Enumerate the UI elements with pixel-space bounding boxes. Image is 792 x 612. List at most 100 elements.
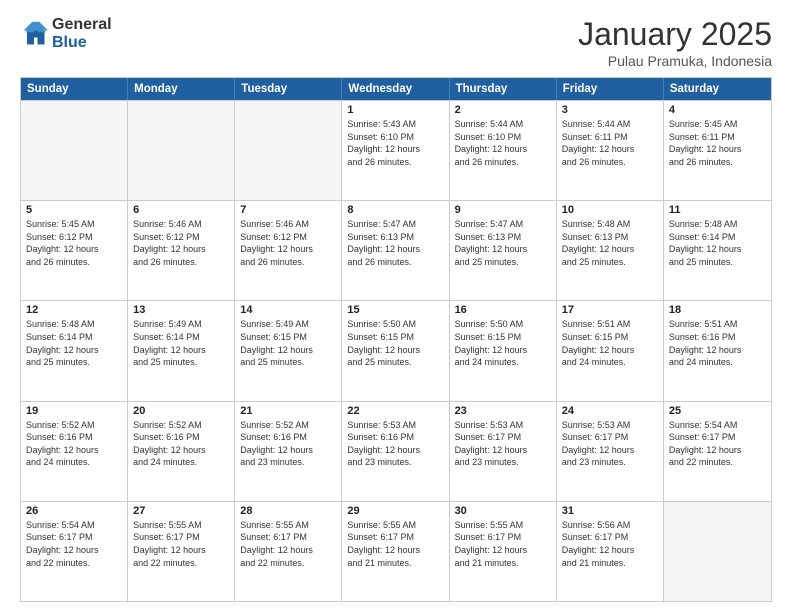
calendar-cell: 15Sunrise: 5:50 AM Sunset: 6:15 PM Dayli… [342,301,449,400]
week-row-3: 12 Sunrise: 5:48 AM Sunset: 6:14 PM Dayli… [21,300,771,400]
day-info: Sunrise: 5:50 AM Sunset: 6:15 PM Dayligh… [455,318,551,368]
week-row-4: 19 Sunrise: 5:52 AM Sunset: 6:16 PM Dayli… [21,401,771,501]
day-number: 22 [347,405,443,417]
day-info: Sunrise: 5:52 AM Sunset: 6:16 PM Dayligh… [26,419,122,469]
day-number: 16 [455,304,551,316]
calendar-cell: 16 Sunrise: 5:50 AM Sunset: 6:15 PM Dayli… [450,301,557,400]
day-info: Sunrise: 5:55 AM Sunset: 6:17 PM Dayligh… [240,519,336,569]
day-info: Sunrise: 5:54 AM Sunset: 6:17 PM Dayligh… [26,519,122,569]
calendar-cell: 3 Sunrise: 5:44 AM Sunset: 6:11 PM Daylig… [557,101,664,200]
day-info: Sunrise: 5:52 AM Sunset: 6:16 PM Dayligh… [240,419,336,469]
calendar-cell: 7 Sunrise: 5:46 AM Sunset: 6:12 PM Daylig… [235,201,342,300]
day-number: 19 [26,405,122,417]
calendar-cell: 12 Sunrise: 5:48 AM Sunset: 6:14 PM Dayli… [21,301,128,400]
calendar-cell: 21 Sunrise: 5:52 AM Sunset: 6:16 PM Dayli… [235,402,342,501]
day-number: 25 [669,405,766,417]
calendar-cell: 19 Sunrise: 5:52 AM Sunset: 6:16 PM Dayli… [21,402,128,501]
day-info: Sunrise: 5:51 AM Sunset: 6:16 PM Dayligh… [669,318,766,368]
calendar-cell: 9Sunrise: 5:47 AM Sunset: 6:13 PM Daylig… [450,201,557,300]
day-info: Sunrise: 5:44 AM Sunset: 6:11 PM Dayligh… [562,118,658,168]
day-number: 14 [240,304,336,316]
day-info: Sunrise: 5:48 AM Sunset: 6:13 PM Dayligh… [562,218,658,268]
calendar-cell: 22Sunrise: 5:53 AM Sunset: 6:16 PM Dayli… [342,402,449,501]
calendar-cell [21,101,128,200]
calendar-cell: 10 Sunrise: 5:48 AM Sunset: 6:13 PM Dayli… [557,201,664,300]
day-info: Sunrise: 5:55 AM Sunset: 6:17 PM Dayligh… [347,519,443,569]
day-info: Sunrise: 5:43 AM Sunset: 6:10 PM Dayligh… [347,118,443,168]
day-info: Sunrise: 5:51 AM Sunset: 6:15 PM Dayligh… [562,318,658,368]
day-info: Sunrise: 5:44 AM Sunset: 6:10 PM Dayligh… [455,118,551,168]
calendar-cell: 1Sunrise: 5:43 AM Sunset: 6:10 PM Daylig… [342,101,449,200]
calendar-cell: 6 Sunrise: 5:46 AM Sunset: 6:12 PM Daylig… [128,201,235,300]
calendar-subtitle: Pulau Pramuka, Indonesia [578,53,772,69]
day-info: Sunrise: 5:45 AM Sunset: 6:11 PM Dayligh… [669,118,766,168]
calendar-cell: 4 Sunrise: 5:45 AM Sunset: 6:11 PM Daylig… [664,101,771,200]
calendar-cell: 8Sunrise: 5:47 AM Sunset: 6:13 PM Daylig… [342,201,449,300]
calendar-cell: 5 Sunrise: 5:45 AM Sunset: 6:12 PM Daylig… [21,201,128,300]
day-number: 21 [240,405,336,417]
day-number: 31 [562,505,658,517]
calendar-body: 1Sunrise: 5:43 AM Sunset: 6:10 PM Daylig… [21,100,771,601]
week-row-1: 1Sunrise: 5:43 AM Sunset: 6:10 PM Daylig… [21,100,771,200]
day-number: 2 [455,104,551,116]
calendar-cell: 25 Sunrise: 5:54 AM Sunset: 6:17 PM Dayli… [664,402,771,501]
calendar-cell: 29 Sunrise: 5:55 AM Sunset: 6:17 PM Dayli… [342,502,449,601]
day-info: Sunrise: 5:53 AM Sunset: 6:17 PM Dayligh… [455,419,551,469]
title-block: January 2025 Pulau Pramuka, Indonesia [578,16,772,69]
week-row-5: 26 Sunrise: 5:54 AM Sunset: 6:17 PM Dayli… [21,501,771,601]
day-number: 10 [562,204,658,216]
day-info: Sunrise: 5:46 AM Sunset: 6:12 PM Dayligh… [133,218,229,268]
day-info: Sunrise: 5:47 AM Sunset: 6:13 PM Dayligh… [455,218,551,268]
logo-icon [20,20,48,48]
calendar-cell [664,502,771,601]
day-number: 7 [240,204,336,216]
day-number: 30 [455,505,551,517]
day-info: Sunrise: 5:56 AM Sunset: 6:17 PM Dayligh… [562,519,658,569]
header-day-wednesday: Wednesday [342,78,449,100]
day-number: 4 [669,104,766,116]
day-info: Sunrise: 5:55 AM Sunset: 6:17 PM Dayligh… [455,519,551,569]
header-day-saturday: Saturday [664,78,771,100]
day-info: Sunrise: 5:48 AM Sunset: 6:14 PM Dayligh… [26,318,122,368]
day-info: Sunrise: 5:49 AM Sunset: 6:14 PM Dayligh… [133,318,229,368]
day-number: 26 [26,505,122,517]
calendar-cell: 27Sunrise: 5:55 AM Sunset: 6:17 PM Dayli… [128,502,235,601]
header-day-thursday: Thursday [450,78,557,100]
day-info: Sunrise: 5:53 AM Sunset: 6:17 PM Dayligh… [562,419,658,469]
header-day-sunday: Sunday [21,78,128,100]
day-number: 3 [562,104,658,116]
calendar-title: January 2025 [578,16,772,53]
calendar-cell: 31 Sunrise: 5:56 AM Sunset: 6:17 PM Dayli… [557,502,664,601]
calendar-cell: 24 Sunrise: 5:53 AM Sunset: 6:17 PM Dayli… [557,402,664,501]
day-number: 24 [562,405,658,417]
header-day-friday: Friday [557,78,664,100]
calendar-cell: 23Sunrise: 5:53 AM Sunset: 6:17 PM Dayli… [450,402,557,501]
header: General Blue January 2025 Pulau Pramuka,… [20,16,772,69]
day-number: 18 [669,304,766,316]
day-number: 29 [347,505,443,517]
day-number: 20 [133,405,229,417]
calendar-cell: 18 Sunrise: 5:51 AM Sunset: 6:16 PM Dayli… [664,301,771,400]
day-number: 6 [133,204,229,216]
day-number: 11 [669,204,766,216]
day-info: Sunrise: 5:46 AM Sunset: 6:12 PM Dayligh… [240,218,336,268]
day-number: 8 [347,204,443,216]
calendar-cell: 30 Sunrise: 5:55 AM Sunset: 6:17 PM Dayli… [450,502,557,601]
day-number: 15 [347,304,443,316]
day-number: 28 [240,505,336,517]
calendar-cell: 2 Sunrise: 5:44 AM Sunset: 6:10 PM Daylig… [450,101,557,200]
day-number: 5 [26,204,122,216]
day-number: 17 [562,304,658,316]
calendar-cell: 11Sunrise: 5:48 AM Sunset: 6:14 PM Dayli… [664,201,771,300]
day-number: 13 [133,304,229,316]
calendar: SundayMondayTuesdayWednesdayThursdayFrid… [20,77,772,602]
day-info: Sunrise: 5:52 AM Sunset: 6:16 PM Dayligh… [133,419,229,469]
day-info: Sunrise: 5:54 AM Sunset: 6:17 PM Dayligh… [669,419,766,469]
calendar-cell: 26 Sunrise: 5:54 AM Sunset: 6:17 PM Dayli… [21,502,128,601]
calendar-cell [235,101,342,200]
day-number: 12 [26,304,122,316]
day-info: Sunrise: 5:45 AM Sunset: 6:12 PM Dayligh… [26,218,122,268]
calendar-cell [128,101,235,200]
header-day-monday: Monday [128,78,235,100]
logo: General Blue [20,16,112,51]
